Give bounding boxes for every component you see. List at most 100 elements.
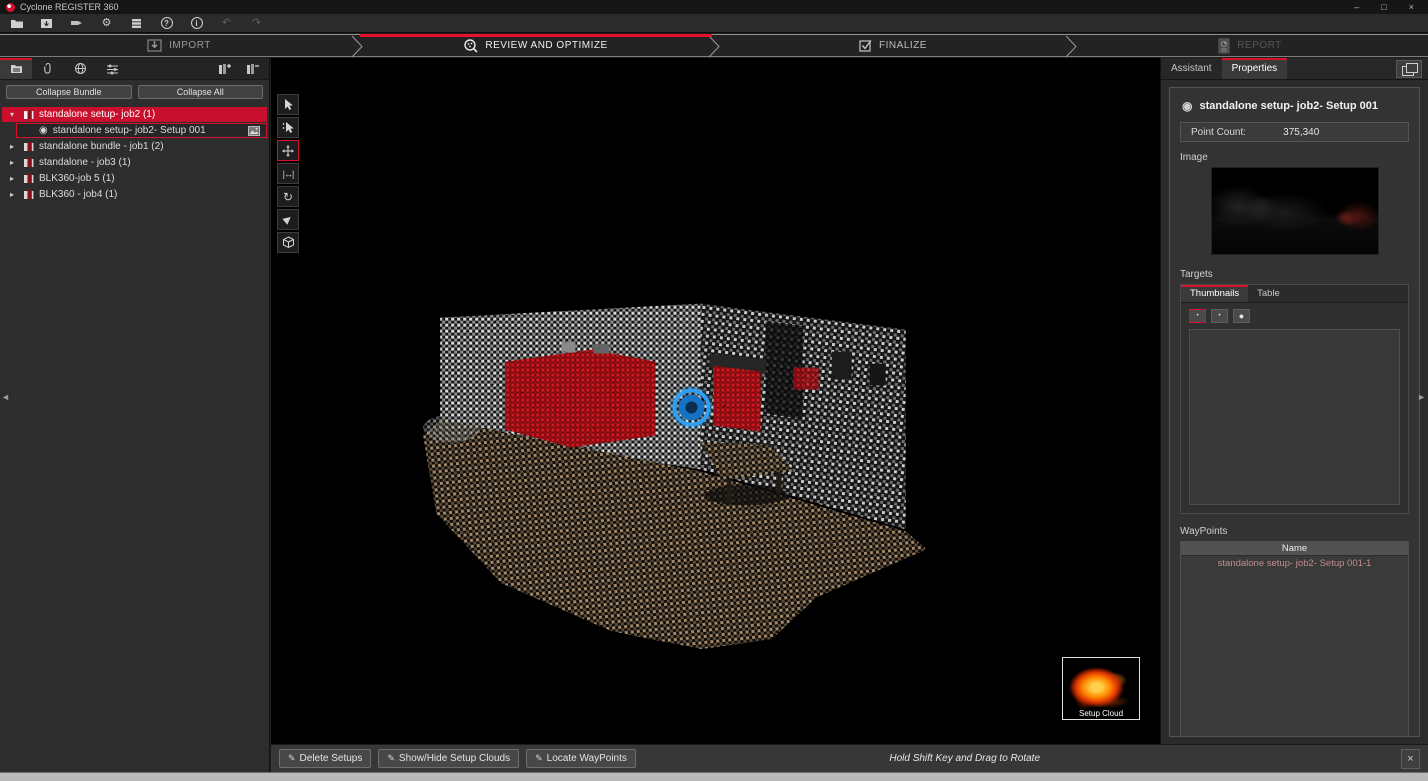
targets-tab-table[interactable]: Table xyxy=(1248,285,1289,302)
maximize-button[interactable]: □ xyxy=(1381,0,1386,14)
caret-icon[interactable]: ▸ xyxy=(10,158,18,167)
setup-cloud-preview[interactable]: Setup Cloud xyxy=(1062,657,1140,720)
tree-item-label: standalone setup- job2 (1) xyxy=(39,109,155,120)
tree-item-setup-001[interactable]: ◉ standalone setup- job2- Setup 001 xyxy=(16,123,267,138)
project-explorer-panel: Collapse Bundle Collapse All ▾ standalon… xyxy=(0,58,270,772)
import-data-icon[interactable] xyxy=(38,16,55,31)
select-cursor-tool[interactable] xyxy=(277,94,299,115)
expand-right-panel-arrow[interactable]: ► xyxy=(1417,392,1426,402)
workflow-strip: IMPORT REVIEW AND OPTIMIZE FINALIZE xyxy=(0,34,1428,57)
help-icon[interactable]: ? xyxy=(158,16,175,31)
navigation-tool-column: |↔| ↻ ▶ xyxy=(277,94,301,253)
caret-icon[interactable]: ▸ xyxy=(10,190,18,199)
caret-icon[interactable]: ▸ xyxy=(10,142,18,151)
settings-icon[interactable]: ⚙ xyxy=(98,16,115,31)
bundle-icon xyxy=(23,189,34,200)
target-thumbnail-2[interactable]: • xyxy=(1211,309,1228,323)
explorer-tab-bar xyxy=(0,58,269,80)
waypoint-row[interactable]: standalone setup- job2- Setup 001-1 xyxy=(1181,556,1408,570)
minimize-button[interactable]: – xyxy=(1354,0,1359,14)
setup-image-icon[interactable] xyxy=(248,126,260,139)
fly-tool[interactable]: ▶ xyxy=(277,209,299,230)
step-import-label: IMPORT xyxy=(169,40,211,51)
viewport-canvas[interactable]: |↔| ↻ ▶ xyxy=(271,84,1160,744)
split-bundle-icon[interactable] xyxy=(241,63,265,75)
status-strip xyxy=(0,772,1428,781)
close-panel-button[interactable]: × xyxy=(1401,749,1420,769)
properties-content: ◉ standalone setup- job2- Setup 001 Poin… xyxy=(1169,87,1420,737)
tree-item-job4[interactable]: ▸ BLK360 - job4 (1) xyxy=(2,187,267,202)
caret-icon[interactable]: ▸ xyxy=(10,174,18,183)
point-cloud-render[interactable] xyxy=(271,84,1160,744)
tree-item-label: BLK360 - job4 (1) xyxy=(39,189,117,200)
tab-web[interactable] xyxy=(64,58,96,79)
tree-item-label: BLK360-job 5 (1) xyxy=(39,173,115,184)
point-count-value: 375,340 xyxy=(1283,127,1319,138)
tree-item-job3[interactable]: ▸ standalone - job3 (1) xyxy=(2,155,267,170)
cube-view-tool[interactable] xyxy=(277,232,299,253)
tab-assistant[interactable]: Assistant xyxy=(1161,58,1222,79)
waypoints-section-label: WayPoints xyxy=(1180,526,1409,537)
targets-list-area[interactable] xyxy=(1189,329,1400,505)
tree-item-job5[interactable]: ▸ BLK360-job 5 (1) xyxy=(2,171,267,186)
rotate-hint-text: Hold Shift Key and Drag to Rotate xyxy=(889,753,1040,764)
app-title: Cyclone REGISTER 360 xyxy=(20,2,119,12)
globe-icon xyxy=(74,62,87,75)
open-project-icon[interactable] xyxy=(8,16,25,31)
waypoints-table: Name standalone setup- job2- Setup 001-1 xyxy=(1180,541,1409,737)
app-logo-icon xyxy=(6,3,15,12)
step-finalize[interactable]: FINALIZE xyxy=(714,35,1071,56)
application-window: Cyclone REGISTER 360 F360-Blk2Setups-Ios… xyxy=(0,0,1428,781)
detach-panel-icon[interactable] xyxy=(1396,60,1422,78)
report-icon xyxy=(1217,38,1231,54)
point-cloud-viewport[interactable]: |↔| ↻ ▶ xyxy=(271,58,1160,744)
import-icon xyxy=(146,38,163,53)
info-icon[interactable]: i xyxy=(188,16,205,31)
collapse-bundle-button[interactable]: Collapse Bundle xyxy=(6,85,132,99)
undo-icon[interactable]: ↶ xyxy=(218,16,235,31)
multi-select-cursor-tool[interactable] xyxy=(277,117,299,138)
step-import[interactable]: IMPORT xyxy=(0,35,357,56)
show-hide-setup-clouds-button[interactable]: ✎ Show/Hide Setup Clouds xyxy=(378,749,519,768)
target-thumbnail-3[interactable]: ● xyxy=(1233,309,1250,323)
setup-pano-image[interactable] xyxy=(1211,167,1379,255)
pan-tool[interactable] xyxy=(277,140,299,161)
targets-tab-thumbnails[interactable]: Thumbnails xyxy=(1181,285,1248,302)
tree-item-label: standalone - job3 (1) xyxy=(39,157,131,168)
tree-item-label: standalone bundle - job1 (2) xyxy=(39,141,164,152)
title-bar: Cyclone REGISTER 360 F360-Blk2Setups-Ios… xyxy=(0,0,1428,14)
sliders-icon xyxy=(106,63,119,75)
delete-setups-button[interactable]: ✎ Delete Setups xyxy=(279,749,371,768)
close-button[interactable]: × xyxy=(1409,0,1414,14)
project-tree: ▾ standalone setup- job2 (1) ◉ standalon… xyxy=(0,103,269,202)
tab-links[interactable] xyxy=(32,58,64,79)
tree-item-job1[interactable]: ▸ standalone bundle - job1 (2) xyxy=(2,139,267,154)
step-review-label: REVIEW AND OPTIMIZE xyxy=(485,40,607,51)
tab-project-tree[interactable] xyxy=(0,58,32,79)
step-report: REPORT xyxy=(1071,35,1428,56)
paperclip-icon xyxy=(43,62,53,75)
storage-icon[interactable] xyxy=(128,16,145,31)
create-bundle-icon[interactable] xyxy=(213,63,237,75)
redo-icon[interactable]: ↷ xyxy=(248,16,265,31)
targets-section: Thumbnails Table • • ● xyxy=(1180,284,1409,514)
tab-properties[interactable]: Properties xyxy=(1222,58,1288,79)
delete-setups-icon: ✎ xyxy=(288,753,296,764)
distance-tool[interactable]: |↔| xyxy=(277,163,299,184)
publish-icon[interactable] xyxy=(68,16,85,31)
workflow-progress-bar xyxy=(360,34,712,37)
locate-waypoints-button[interactable]: ✎ Locate WayPoints xyxy=(526,749,636,768)
collapse-all-button[interactable]: Collapse All xyxy=(138,85,264,99)
tab-filter-settings[interactable] xyxy=(96,58,128,79)
show-hide-clouds-icon: ✎ xyxy=(387,753,395,764)
target-thumbnail-1[interactable]: • xyxy=(1189,309,1206,323)
setup-icon: ◉ xyxy=(1182,101,1192,111)
collapse-left-panel-arrow[interactable]: ◄ xyxy=(1,392,10,402)
properties-panel: Assistant Properties ◉ standalone setup-… xyxy=(1160,58,1428,744)
targets-section-label: Targets xyxy=(1180,269,1409,280)
tree-item-job2[interactable]: ▾ standalone setup- job2 (1) xyxy=(2,107,267,122)
step-review-and-optimize[interactable]: REVIEW AND OPTIMIZE xyxy=(357,35,714,56)
tree-item-label: standalone setup- job2- Setup 001 xyxy=(53,125,206,136)
look-around-tool[interactable]: ↻ xyxy=(277,186,299,207)
caret-icon[interactable]: ▾ xyxy=(10,110,18,119)
